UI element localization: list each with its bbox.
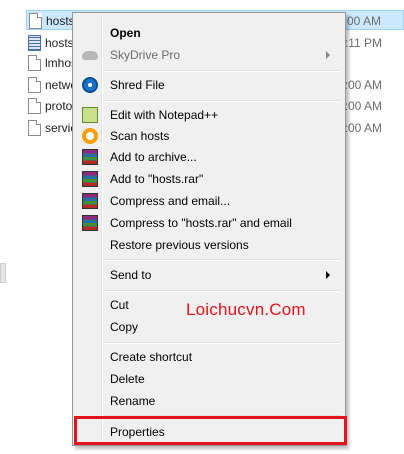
- menu-item-label: Compress to "hosts.rar" and email: [110, 216, 292, 230]
- scroll-edge: [0, 263, 6, 283]
- menu-item-label: Copy: [110, 320, 139, 334]
- menu-separator: [105, 290, 341, 292]
- file-name: proto: [45, 99, 73, 113]
- menu-item-skydrive-pro[interactable]: SkyDrive Pro: [76, 44, 342, 66]
- context-menu: Open SkyDrive Pro Shred File Edit with N…: [72, 12, 346, 446]
- file-name: hosts: [45, 36, 74, 50]
- text-file-icon: [29, 13, 42, 29]
- menu-item-label: Add to "hosts.rar": [110, 172, 204, 186]
- menu-item-delete[interactable]: Delete: [76, 368, 342, 390]
- menu-separator: [105, 70, 341, 72]
- text-file-icon: [28, 77, 41, 93]
- menu-item-send-to[interactable]: Send to: [76, 264, 342, 286]
- file-date: :00 AM: [344, 121, 382, 135]
- menu-separator: [105, 100, 341, 102]
- menu-item-compress-email[interactable]: Compress and email...: [76, 190, 342, 212]
- menu-item-label: Scan hosts: [110, 129, 170, 143]
- grid-file-icon: [28, 35, 41, 51]
- menu-item-label: Rename: [110, 394, 156, 408]
- file-name: hosts: [46, 14, 75, 28]
- menu-item-open[interactable]: Open: [76, 22, 342, 44]
- properties-highlight-box: [74, 416, 347, 445]
- winrar-icon: [82, 215, 98, 231]
- menu-item-restore-versions[interactable]: Restore previous versions: [76, 234, 342, 256]
- text-file-icon: [28, 55, 41, 71]
- cloud-icon: [82, 51, 98, 60]
- menu-item-label: Edit with Notepad++: [110, 108, 219, 122]
- shred-icon: [82, 77, 98, 93]
- text-file-icon: [28, 120, 41, 136]
- menu-item-compress-rar-email[interactable]: Compress to "hosts.rar" and email: [76, 212, 342, 234]
- menu-item-shred-file[interactable]: Shred File: [76, 74, 342, 96]
- menu-item-label: Open: [110, 26, 141, 40]
- antivirus-scan-icon: [82, 128, 98, 144]
- submenu-arrow-icon: [326, 271, 330, 279]
- menu-item-label: Shred File: [110, 78, 165, 92]
- menu-item-add-archive[interactable]: Add to archive...: [76, 146, 342, 168]
- menu-item-label: Cut: [110, 298, 129, 312]
- menu-item-scan[interactable]: Scan hosts: [76, 125, 342, 147]
- menu-item-label: Send to: [110, 268, 152, 282]
- menu-item-label: Add to archive...: [110, 150, 197, 164]
- menu-item-rename[interactable]: Rename: [76, 390, 342, 412]
- text-file-icon: [28, 98, 41, 114]
- file-date: :00 AM: [344, 99, 382, 113]
- menu-item-create-shortcut[interactable]: Create shortcut: [76, 346, 342, 368]
- submenu-arrow-icon: [326, 51, 330, 59]
- menu-separator: [105, 259, 341, 261]
- menu-separator: [105, 342, 341, 344]
- menu-item-label: Compress and email...: [110, 194, 231, 208]
- menu-item-edit-notepad[interactable]: Edit with Notepad++: [76, 104, 342, 126]
- menu-item-label: Delete: [110, 372, 145, 386]
- menu-item-add-rar[interactable]: Add to "hosts.rar": [76, 168, 342, 190]
- winrar-icon: [82, 193, 98, 209]
- file-date: :00 AM: [344, 78, 382, 92]
- menu-item-label: SkyDrive Pro: [110, 48, 181, 62]
- menu-item-label: Restore previous versions: [110, 238, 249, 252]
- watermark-text: Loichucvn.Com: [186, 300, 306, 319]
- winrar-icon: [82, 171, 98, 187]
- winrar-icon: [82, 149, 98, 165]
- menu-item-label: Create shortcut: [110, 350, 193, 364]
- notepad-plus-plus-icon: [82, 107, 98, 123]
